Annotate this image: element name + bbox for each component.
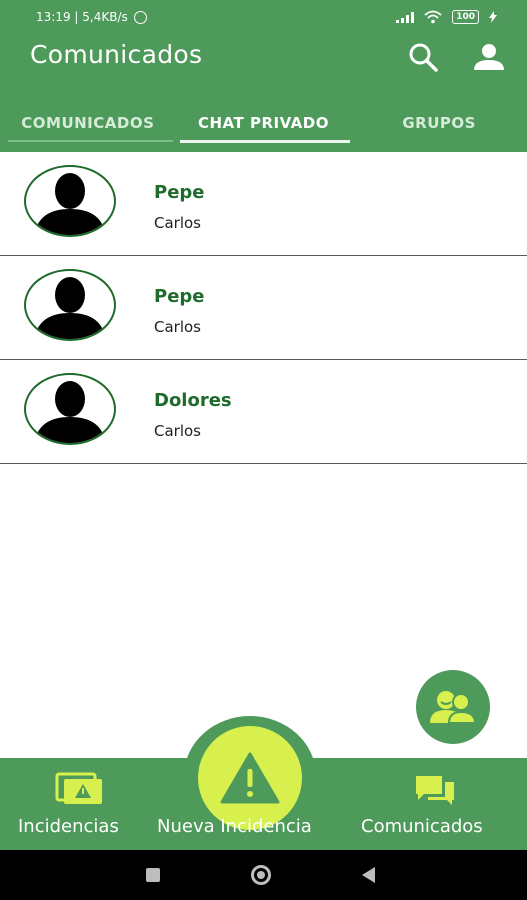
alarm-icon xyxy=(133,10,147,24)
person-silhouette-icon xyxy=(34,381,106,443)
back-icon[interactable] xyxy=(362,867,375,883)
page-title: Comunicados xyxy=(30,40,203,69)
chat-list: Pepe Carlos Pepe Carlos Dolores Carlos xyxy=(0,152,527,464)
avatar xyxy=(24,373,116,445)
chat-subtitle: Carlos xyxy=(154,422,201,440)
chat-subtitle: Carlos xyxy=(154,214,201,232)
chat-subtitle: Carlos xyxy=(154,318,201,336)
status-time-speed: 13:19 | 5,4KB/s xyxy=(36,10,128,24)
chat-list-item[interactable]: Pepe Carlos xyxy=(0,152,527,256)
wifi-icon xyxy=(424,10,442,24)
new-incident-button[interactable] xyxy=(198,726,302,830)
tab-divider xyxy=(8,140,173,142)
person-silhouette-icon xyxy=(34,173,106,235)
tab-grupos[interactable]: GRUPOS xyxy=(351,100,527,146)
chat-list-item[interactable]: Dolores Carlos xyxy=(0,360,527,464)
chat-name: Pepe xyxy=(154,182,205,203)
recents-icon[interactable] xyxy=(146,868,160,882)
person-silhouette-icon xyxy=(34,277,106,339)
signal-icon xyxy=(396,11,415,23)
chat-list-item[interactable]: Pepe Carlos xyxy=(0,256,527,360)
avatar xyxy=(24,165,116,237)
new-group-chat-button[interactable] xyxy=(416,670,490,744)
search-button[interactable] xyxy=(405,40,441,76)
nav-nueva-incidencia-label[interactable]: Nueva Incidencia xyxy=(157,816,312,837)
nav-incidencias-label[interactable]: Incidencias xyxy=(18,816,119,837)
battery-icon: 100 xyxy=(452,10,479,24)
home-icon[interactable] xyxy=(251,865,271,885)
chat-name: Dolores xyxy=(154,390,232,411)
status-bar: 13:19 | 5,4KB/s 100 xyxy=(0,0,527,36)
person-icon xyxy=(474,44,504,70)
charging-icon xyxy=(489,11,497,23)
incidents-icon[interactable] xyxy=(55,772,105,806)
nav-comunicados-label[interactable]: Comunicados xyxy=(361,816,483,837)
profile-button[interactable] xyxy=(471,40,507,76)
search-icon xyxy=(409,43,438,72)
active-tab-indicator xyxy=(180,140,350,143)
warning-icon xyxy=(220,752,280,804)
avatar xyxy=(24,269,116,341)
chat-name: Pepe xyxy=(154,286,205,307)
group-chat-icon xyxy=(430,691,477,724)
messages-icon[interactable] xyxy=(414,774,456,806)
